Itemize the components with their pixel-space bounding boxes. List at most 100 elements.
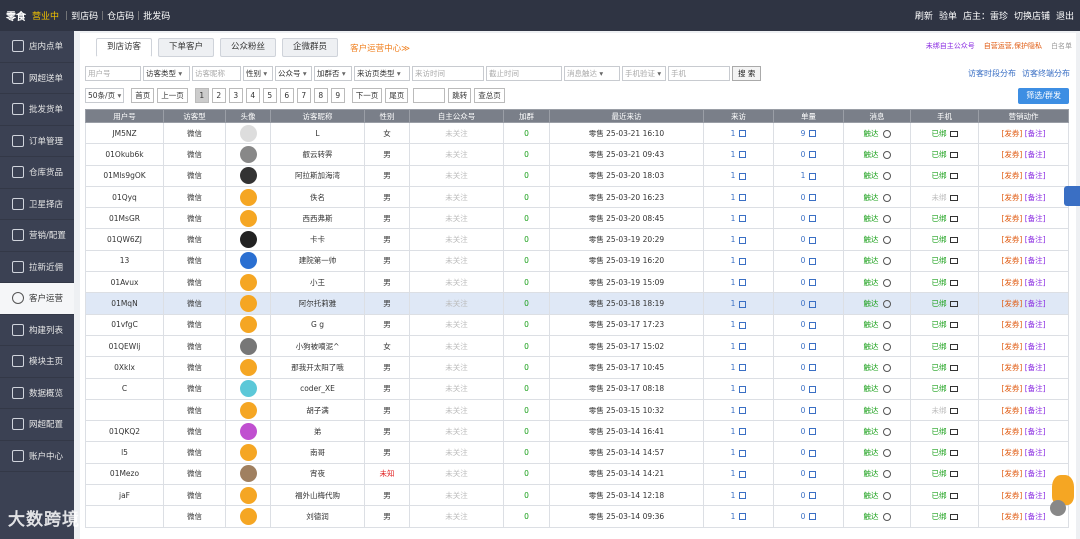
message-status[interactable]: 触达	[864, 469, 879, 478]
calendar-icon[interactable]	[739, 215, 747, 223]
per-page-select[interactable]: 50条/页	[85, 88, 125, 103]
order-count[interactable]: 0	[801, 214, 806, 223]
mail-icon[interactable]	[949, 386, 958, 393]
mail-icon[interactable]	[949, 428, 958, 435]
coupon-link[interactable]: [发券]	[1001, 299, 1022, 308]
note-link[interactable]: [备注]	[1025, 193, 1046, 202]
tab-wecom-members[interactable]: 企微群员	[282, 38, 339, 57]
note-link[interactable]: [备注]	[1025, 256, 1046, 265]
robot-icon[interactable]	[882, 300, 891, 309]
prev-page-button[interactable]: 上一页	[157, 88, 188, 103]
filter-broadcast-button[interactable]: 筛选/群发	[1018, 88, 1069, 104]
calendar-icon[interactable]	[739, 172, 747, 180]
visit-count[interactable]: 1	[731, 171, 736, 180]
calendar-icon[interactable]	[739, 513, 747, 521]
coupon-link[interactable]: [发券]	[1001, 193, 1022, 202]
page-4[interactable]: 4	[245, 88, 260, 103]
exit-button[interactable]: 退出	[1056, 9, 1074, 22]
visit-count[interactable]: 1	[731, 342, 736, 351]
order-count[interactable]: 0	[801, 235, 806, 244]
note-link[interactable]: [备注]	[1025, 214, 1046, 223]
coupon-link[interactable]: [发券]	[1001, 491, 1022, 500]
calendar-icon[interactable]	[739, 300, 747, 308]
calendar-icon[interactable]	[809, 194, 817, 202]
mail-icon[interactable]	[949, 513, 958, 520]
order-count[interactable]: 0	[801, 299, 806, 308]
visit-count[interactable]: 1	[731, 427, 736, 436]
calendar-icon[interactable]	[739, 385, 747, 393]
calendar-icon[interactable]	[809, 172, 817, 180]
message-status[interactable]: 触达	[864, 193, 879, 202]
calendar-icon[interactable]	[809, 151, 817, 159]
coupon-link[interactable]: [发券]	[1001, 406, 1022, 415]
note-link[interactable]: [备注]	[1025, 448, 1046, 457]
wholesale-code-link[interactable]: 批发码	[143, 9, 170, 22]
order-count[interactable]: 0	[801, 448, 806, 457]
sidebar-item-3[interactable]: 订单管理	[0, 126, 74, 157]
mail-icon[interactable]	[949, 194, 958, 201]
store-code-link[interactable]: 到店码	[71, 9, 98, 22]
user-id-input[interactable]: 用户号	[85, 66, 141, 81]
note-link[interactable]: [备注]	[1025, 427, 1046, 436]
order-count[interactable]: 0	[801, 193, 806, 202]
message-status[interactable]: 触达	[864, 256, 879, 265]
search-button[interactable]: 搜 索	[732, 66, 762, 81]
order-count[interactable]: 1	[801, 171, 806, 180]
visit-count[interactable]: 1	[731, 469, 736, 478]
robot-icon[interactable]	[882, 491, 891, 500]
column-header[interactable]: 最近来访	[549, 109, 704, 123]
calendar-icon[interactable]	[809, 364, 817, 372]
mail-icon[interactable]	[949, 471, 958, 478]
mail-icon[interactable]	[949, 237, 958, 244]
coupon-link[interactable]: [发券]	[1001, 214, 1022, 223]
message-status[interactable]: 触达	[864, 427, 879, 436]
calendar-icon[interactable]	[739, 470, 747, 478]
jump-button[interactable]: 跳转	[448, 88, 472, 103]
msg-select[interactable]: 消息触达	[564, 66, 620, 81]
sidebar-item-4[interactable]: 仓库货品	[0, 157, 74, 189]
note-link[interactable]: [备注]	[1025, 363, 1046, 372]
order-count[interactable]: 0	[801, 278, 806, 287]
message-status[interactable]: 触达	[864, 320, 879, 329]
robot-icon[interactable]	[882, 470, 891, 479]
robot-icon[interactable]	[882, 512, 891, 521]
note-link[interactable]: [备注]	[1025, 469, 1046, 478]
note-link[interactable]: [备注]	[1025, 384, 1046, 393]
order-count[interactable]: 0	[801, 469, 806, 478]
first-page-button[interactable]: 首页	[131, 88, 155, 103]
calendar-icon[interactable]	[809, 343, 817, 351]
message-status[interactable]: 触达	[864, 171, 879, 180]
robot-icon[interactable]	[882, 172, 891, 181]
robot-icon[interactable]	[882, 278, 891, 287]
jump-page-input[interactable]	[413, 88, 446, 103]
note-unbound[interactable]: 未绑自主公众号	[926, 41, 975, 51]
message-status[interactable]: 触达	[864, 512, 879, 521]
calendar-icon[interactable]	[739, 257, 747, 265]
switch-store-button[interactable]: 切换店铺	[1014, 9, 1050, 22]
message-status[interactable]: 触达	[864, 384, 879, 393]
mail-icon[interactable]	[949, 151, 958, 158]
official-select[interactable]: 公众号	[275, 66, 312, 81]
order-count[interactable]: 0	[801, 256, 806, 265]
note-link[interactable]: [备注]	[1025, 171, 1046, 180]
sidebar-item-0[interactable]: 店内点单	[0, 31, 74, 63]
coupon-link[interactable]: [发券]	[1001, 469, 1022, 478]
visit-count[interactable]: 1	[731, 299, 736, 308]
robot-icon[interactable]	[882, 150, 891, 159]
calendar-icon[interactable]	[739, 194, 747, 202]
coupon-link[interactable]: [发券]	[1001, 320, 1022, 329]
message-status[interactable]: 触达	[864, 299, 879, 308]
warehouse-code-link[interactable]: 仓店码	[107, 9, 134, 22]
coupon-link[interactable]: [发券]	[1001, 171, 1022, 180]
message-status[interactable]: 触达	[864, 235, 879, 244]
mail-icon[interactable]	[949, 301, 958, 308]
end-time-input[interactable]: 截止时间	[486, 66, 562, 81]
mail-icon[interactable]	[949, 322, 958, 329]
calendar-icon[interactable]	[739, 343, 747, 351]
message-status[interactable]: 触达	[864, 363, 879, 372]
message-status[interactable]: 触达	[864, 278, 879, 287]
calendar-icon[interactable]	[739, 279, 747, 287]
calendar-icon[interactable]	[739, 130, 747, 138]
order-count[interactable]: 9	[801, 129, 806, 138]
visit-count[interactable]: 1	[731, 363, 736, 372]
